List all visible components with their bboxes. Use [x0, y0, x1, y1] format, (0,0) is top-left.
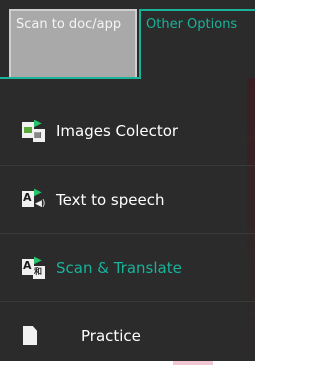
menu-item-label: Text to speech	[56, 190, 165, 209]
scan-translate-icon: A ▶ 和	[20, 255, 48, 280]
menu-item-images-collector[interactable]: ▶ ▤ Images Colector	[0, 97, 255, 164]
menu-item-practice[interactable]: Practice	[0, 302, 255, 361]
tab-other-options[interactable]: Other Options	[139, 9, 255, 79]
options-panel: Scan to doc/app Other Options ▶ ▤ Images…	[0, 0, 255, 371]
bottom-accent	[173, 361, 213, 365]
menu-item-label: Images Colector	[56, 121, 179, 140]
menu-item-text-to-speech[interactable]: A ▶ ◀) Text to speech	[0, 166, 255, 233]
document-icon	[23, 326, 37, 345]
text-to-speech-icon: A ▶ ◀)	[22, 186, 46, 209]
tab-other-label: Other Options	[146, 17, 238, 32]
tab-underline	[0, 77, 139, 79]
bottom-strip	[0, 361, 255, 371]
menu-background: Scan to doc/app Other Options ▶ ▤ Images…	[0, 0, 255, 361]
menu-item-label: Scan & Translate	[56, 258, 182, 277]
tab-scan-to-doc-app[interactable]: Scan to doc/app	[9, 9, 137, 77]
tab-scan-label: Scan to doc/app	[16, 17, 122, 32]
menu-item-scan-translate[interactable]: A ▶ 和 Scan & Translate	[0, 234, 255, 301]
menu-item-label: Practice	[81, 326, 141, 345]
images-collector-icon: ▶ ▤	[20, 118, 48, 143]
